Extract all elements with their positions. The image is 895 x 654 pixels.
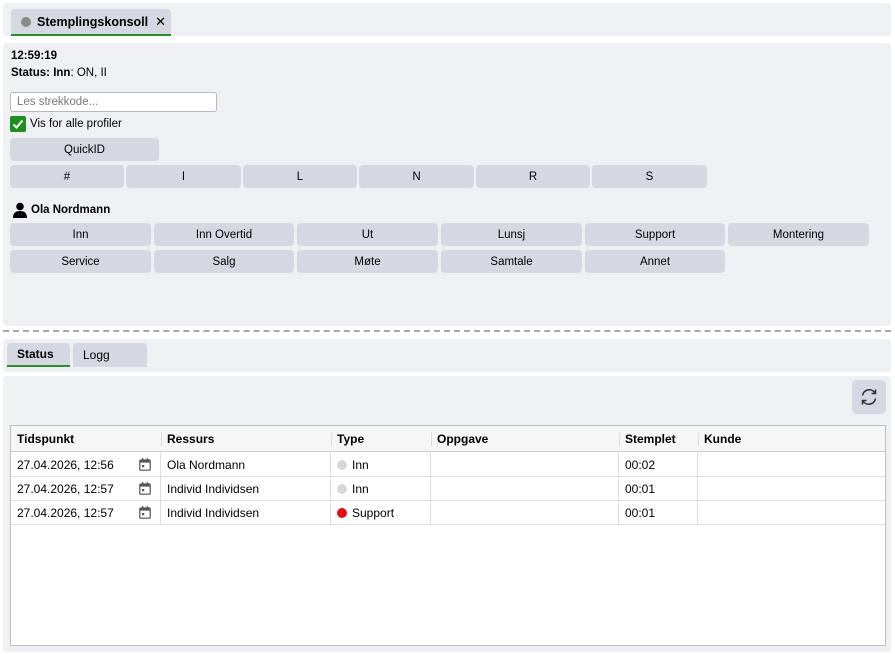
person-icon — [13, 202, 27, 218]
col-stemplet[interactable]: Stemplet — [619, 426, 698, 452]
console-panel: 12:59:19 Status: Inn: ON, II Vis for all… — [3, 43, 891, 326]
close-icon[interactable]: ✕ — [155, 14, 166, 30]
cell-stemplet: 00:02 — [619, 453, 698, 477]
filter-button-r[interactable]: R — [476, 165, 590, 188]
action-button-annet[interactable]: Annet — [585, 250, 725, 273]
show-all-profiles-row[interactable]: Vis for alle profiler — [10, 116, 122, 132]
cell-type: Support — [331, 501, 431, 525]
cell-ressurs: Individ Individsen — [161, 501, 331, 525]
type-text: Inn — [352, 482, 369, 496]
table-header: Tidspunkt Ressurs Type Oppgave Stemplet … — [11, 426, 885, 452]
action-button-service[interactable]: Service — [10, 250, 151, 273]
cell-ressurs: Individ Individsen — [161, 477, 331, 501]
type-text: Inn — [352, 458, 369, 472]
tab-stemplingskonsoll[interactable]: Stemplingskonsoll ✕ — [11, 9, 171, 36]
type-status-dot — [337, 508, 347, 518]
cell-stemplet: 00:01 — [619, 477, 698, 501]
show-all-checkbox[interactable] — [10, 116, 26, 132]
calendar-icon[interactable] — [139, 506, 151, 519]
action-button-samtale[interactable]: Samtale — [441, 250, 582, 273]
tab-status[interactable]: Status — [7, 343, 70, 367]
cell-tidspunkt: 27.04.2026, 12:57 — [11, 477, 161, 501]
cell-tidspunkt: 27.04.2026, 12:56 — [11, 453, 161, 477]
cell-kunde — [698, 477, 885, 501]
col-tidspunkt[interactable]: Tidspunkt — [11, 426, 161, 452]
refresh-button[interactable] — [852, 380, 886, 414]
action-button-inn-overtid[interactable]: Inn Overtid — [154, 223, 294, 246]
type-status-dot — [337, 460, 347, 470]
panel-splitter[interactable] — [3, 330, 891, 332]
status-label: Status: — [11, 67, 50, 79]
action-button-ut[interactable]: Ut — [297, 223, 438, 246]
quickid-button[interactable]: QuickID — [10, 138, 159, 161]
action-button-salg[interactable]: Salg — [154, 250, 294, 273]
cell-kunde — [698, 453, 885, 477]
cell-oppgave — [431, 501, 619, 525]
time-text: 27.04.2026, 12:56 — [17, 458, 114, 472]
status-table: Tidspunkt Ressurs Type Oppgave Stemplet … — [10, 425, 886, 646]
tab-logg[interactable]: Logg — [73, 343, 147, 367]
action-button-inn[interactable]: Inn — [10, 223, 151, 246]
status-line: Status: Inn: ON, II — [11, 67, 107, 79]
calendar-icon[interactable] — [139, 482, 151, 495]
time-text: 27.04.2026, 12:57 — [17, 482, 114, 496]
type-status-dot — [337, 484, 347, 494]
action-button-montering[interactable]: Montering — [728, 223, 869, 246]
person-name: Ola Nordmann — [31, 204, 111, 216]
status-panel: Tidspunkt Ressurs Type Oppgave Stemplet … — [3, 376, 891, 652]
tab-status-dot — [21, 16, 31, 27]
filter-button-hash[interactable]: # — [10, 165, 124, 188]
cell-tidspunkt: 27.04.2026, 12:57 — [11, 501, 161, 525]
filter-button-i[interactable]: I — [126, 165, 241, 188]
action-button-support[interactable]: Support — [585, 223, 725, 246]
cell-kunde — [698, 501, 885, 525]
type-text: Support — [352, 506, 395, 520]
cell-oppgave — [431, 477, 619, 501]
cell-stemplet: 00:01 — [619, 501, 698, 525]
refresh-icon — [861, 389, 877, 405]
cell-ressurs: Ola Nordmann — [161, 453, 331, 477]
barcode-input[interactable] — [10, 92, 217, 112]
filter-button-l[interactable]: L — [243, 165, 357, 188]
tab-title: Stemplingskonsoll — [37, 14, 149, 29]
top-tab-bar: Stemplingskonsoll ✕ — [3, 3, 891, 36]
table-row[interactable]: 27.04.2026, 12:57 Individ Individsen Inn… — [11, 477, 885, 501]
filter-button-n[interactable]: N — [359, 165, 474, 188]
status-detail: : ON, II — [70, 67, 107, 79]
table-row[interactable]: 27.04.2026, 12:57 Individ Individsen Sup… — [11, 501, 885, 525]
clock: 12:59:19 — [11, 50, 58, 62]
col-kunde[interactable]: Kunde — [698, 426, 885, 452]
table-row[interactable]: 27.04.2026, 12:56 Ola Nordmann Inn 00:02 — [11, 453, 885, 477]
col-oppgave[interactable]: Oppgave — [431, 426, 619, 452]
cell-oppgave — [431, 453, 619, 477]
show-all-label: Vis for alle profiler — [30, 118, 122, 130]
calendar-icon[interactable] — [139, 458, 151, 471]
col-ressurs[interactable]: Ressurs — [161, 426, 331, 452]
lower-tab-bar: Status Logg — [3, 339, 891, 372]
cell-type: Inn — [331, 453, 431, 477]
checkmark-icon — [12, 119, 24, 129]
filter-button-s[interactable]: S — [592, 165, 707, 188]
person-header: Ola Nordmann — [12, 202, 110, 218]
time-text: 27.04.2026, 12:57 — [17, 506, 114, 520]
action-button-mote[interactable]: Møte — [297, 250, 438, 273]
action-button-lunsj[interactable]: Lunsj — [441, 223, 582, 246]
cell-type: Inn — [331, 477, 431, 501]
col-type[interactable]: Type — [331, 426, 431, 452]
status-value: Inn — [53, 67, 71, 79]
